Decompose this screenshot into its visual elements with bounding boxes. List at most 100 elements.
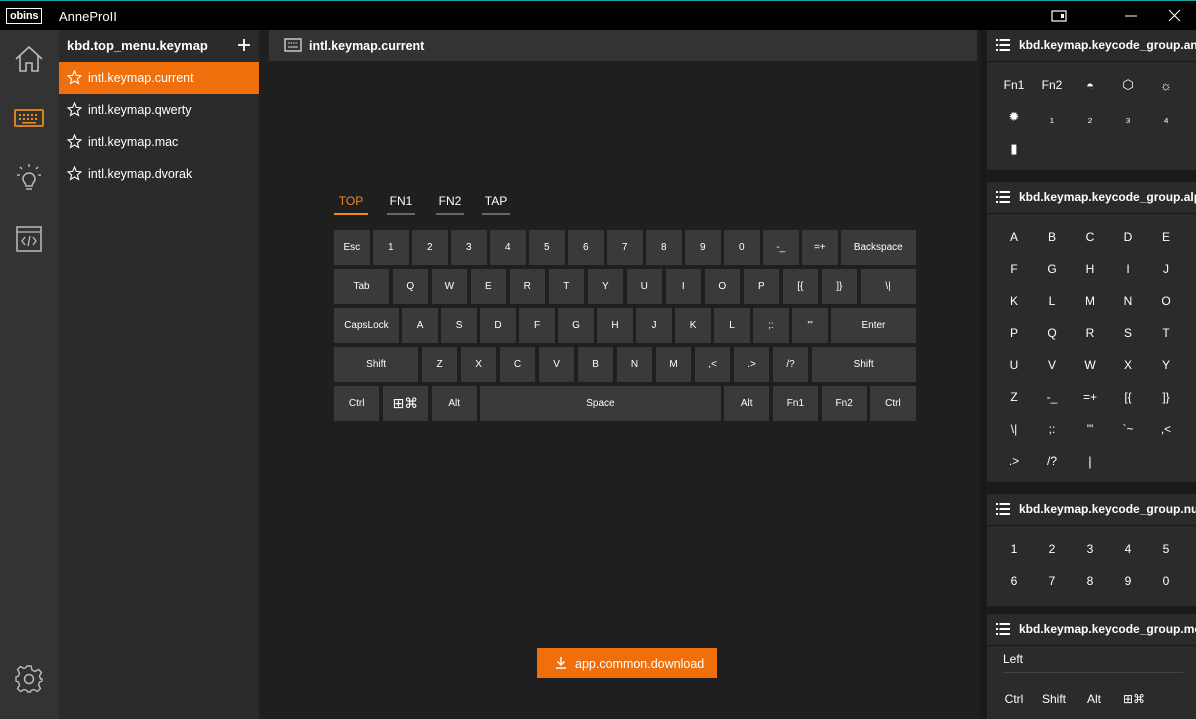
key[interactable]: N (616, 347, 653, 382)
key[interactable]: 6 (568, 230, 604, 265)
keycode-button[interactable]: J (1147, 254, 1185, 284)
keycode-button[interactable]: V (1033, 350, 1071, 380)
key[interactable]: -_ (763, 230, 799, 265)
keycode-button[interactable]: O (1147, 286, 1185, 316)
key[interactable]: '" (792, 308, 828, 343)
keycode-button[interactable]: 7 (1033, 566, 1071, 596)
keycode-button[interactable]: 2 (1033, 534, 1071, 564)
key[interactable]: ,< (694, 347, 731, 382)
keycode-button[interactable]: N (1109, 286, 1147, 316)
keycode-button[interactable]: Alt (1075, 684, 1113, 714)
key[interactable]: X (460, 347, 497, 382)
keycode-button[interactable]: X (1109, 350, 1147, 380)
keycode-button[interactable]: 9 (1109, 566, 1147, 596)
star-icon[interactable] (67, 102, 82, 117)
key[interactable]: =+ (802, 230, 838, 265)
keymap-list-item[interactable]: intl.keymap.current (59, 62, 259, 94)
keycode-button[interactable]: U (995, 350, 1033, 380)
keycode-button[interactable]: Fn2 (1033, 70, 1071, 100)
keycode-button[interactable]: ✹ (995, 102, 1033, 132)
keycode-button[interactable]: I (1109, 254, 1147, 284)
key[interactable]: W (431, 269, 468, 304)
keycode-button[interactable]: ⊞⌘ (1115, 684, 1153, 714)
keymap-list-item[interactable]: intl.keymap.mac (59, 126, 259, 158)
keycode-button[interactable]: ]} (1147, 382, 1185, 412)
keycode-button[interactable]: Shift (1035, 684, 1073, 714)
key[interactable]: Shift (334, 347, 419, 382)
key[interactable]: U (626, 269, 663, 304)
key[interactable]: \| (860, 269, 916, 304)
key[interactable]: P (743, 269, 780, 304)
keyboard-icon[interactable] (12, 102, 46, 136)
keycode-button[interactable]: D (1109, 222, 1147, 252)
key[interactable]: Backspace (841, 230, 916, 265)
star-icon[interactable] (67, 134, 82, 149)
keycode-button[interactable]: 0 (1147, 566, 1185, 596)
code-icon[interactable] (12, 222, 46, 256)
key[interactable]: B (577, 347, 614, 382)
keycode-button[interactable]: Ctrl (995, 684, 1033, 714)
keycode-button[interactable]: G (1033, 254, 1071, 284)
gear-icon[interactable] (12, 662, 46, 696)
key[interactable]: 2 (412, 230, 448, 265)
key[interactable]: Ctrl (870, 386, 916, 421)
key[interactable]: Fn1 (772, 386, 819, 421)
key[interactable]: G (558, 308, 594, 343)
keymap-list-item[interactable]: intl.keymap.dvorak (59, 158, 259, 190)
key[interactable]: I (665, 269, 702, 304)
key[interactable]: T (548, 269, 585, 304)
keycode-button[interactable]: E (1147, 222, 1185, 252)
keycode-button[interactable]: '" (1071, 414, 1109, 444)
keycode-button[interactable]: 4 (1109, 534, 1147, 564)
star-icon[interactable] (67, 166, 82, 181)
keycode-button[interactable]: ;: (1033, 414, 1071, 444)
keycode-button[interactable]: B (1033, 222, 1071, 252)
key[interactable]: 8 (646, 230, 682, 265)
keycode-button[interactable]: W (1071, 350, 1109, 380)
keycode-button[interactable]: P (995, 318, 1033, 348)
keycode-button[interactable]: M (1071, 286, 1109, 316)
key[interactable]: 3 (451, 230, 487, 265)
key[interactable]: Enter (831, 308, 916, 343)
keycode-button[interactable]: \| (995, 414, 1033, 444)
keycode-button[interactable]: Q (1033, 318, 1071, 348)
download-button[interactable]: app.common.download (537, 648, 717, 678)
key[interactable]: Ctrl (334, 386, 380, 421)
keycode-button[interactable]: ⬡ (1109, 70, 1147, 100)
key[interactable]: Esc (334, 230, 370, 265)
key[interactable]: Alt (724, 386, 770, 421)
key[interactable]: 1 (373, 230, 409, 265)
key[interactable]: /? (772, 347, 809, 382)
key[interactable]: 4 (490, 230, 526, 265)
key[interactable]: ]} (821, 269, 858, 304)
key[interactable]: O (704, 269, 741, 304)
key[interactable]: F (519, 308, 555, 343)
keycode-button[interactable]: 3 (1071, 534, 1109, 564)
keycode-button[interactable]: 8 (1071, 566, 1109, 596)
key[interactable]: Q (392, 269, 429, 304)
keycode-button[interactable]: ₂ (1071, 102, 1109, 132)
key[interactable]: Fn2 (821, 386, 867, 421)
lightbulb-icon[interactable] (12, 162, 46, 196)
keycode-button[interactable]: Z (995, 382, 1033, 412)
key[interactable]: L (714, 308, 750, 343)
keycode-button[interactable]: =+ (1071, 382, 1109, 412)
keycode-button[interactable]: A (995, 222, 1033, 252)
key[interactable]: M (655, 347, 692, 382)
keycode-button[interactable]: K (995, 286, 1033, 316)
key[interactable]: Tab (334, 269, 390, 304)
key[interactable]: Shift (811, 347, 916, 382)
keycode-button[interactable]: Y (1147, 350, 1185, 380)
keycode-button[interactable]: /? (1033, 446, 1071, 476)
tab-tap[interactable]: TAP (482, 194, 510, 215)
keycode-button[interactable]: ₄ (1147, 102, 1185, 132)
keycode-button[interactable]: F (995, 254, 1033, 284)
keycode-button[interactable]: | (1071, 446, 1109, 476)
key[interactable]: E (470, 269, 507, 304)
key[interactable]: Space (480, 386, 721, 421)
keycode-button[interactable]: ◓ (1071, 70, 1109, 100)
key[interactable]: 0 (724, 230, 760, 265)
keycode-button[interactable]: Fn1 (995, 70, 1033, 100)
key[interactable]: ;: (753, 308, 789, 343)
keycode-button[interactable]: L (1033, 286, 1071, 316)
